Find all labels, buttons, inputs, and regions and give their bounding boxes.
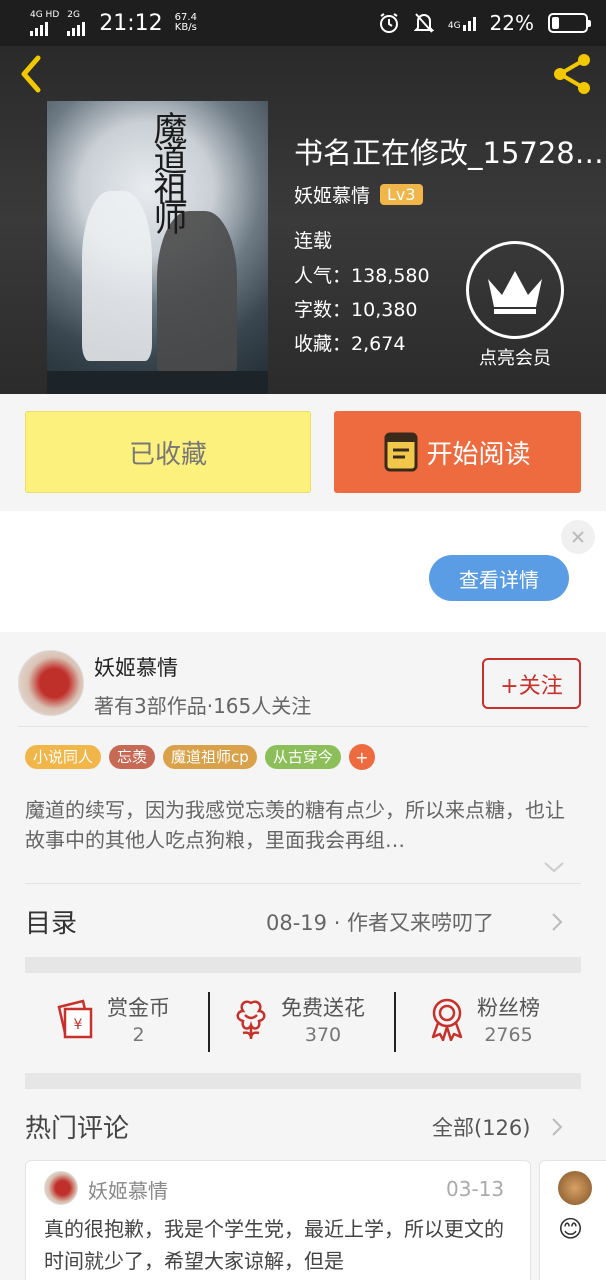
- divider: [25, 883, 581, 884]
- close-icon: [572, 531, 584, 543]
- stats-row: ¥ 赏金币 2 免费送花 370 粉丝榜 2765: [25, 974, 581, 1074]
- ad-close-button[interactable]: [561, 520, 595, 554]
- book-description[interactable]: 魔道的续写，因为我感觉忘羡的糖有点少，所以来点糖，也让故事中的其他人吃点狗粮，里…: [25, 795, 581, 857]
- author-line: 妖姬慕情 Lv3: [294, 181, 423, 208]
- serial-status: 连载: [294, 230, 333, 252]
- divider: [18, 726, 588, 727]
- chevron-right-icon[interactable]: [550, 1116, 564, 1138]
- commenter-name[interactable]: 妖姬慕情: [88, 1175, 168, 1204]
- cover-figure-dark: [157, 211, 237, 381]
- tag-item[interactable]: 小说同人: [25, 745, 102, 769]
- status-bar: 4G HD 2G 21:12 67.4 KB/s 4G 22%: [0, 0, 606, 46]
- send-flowers-button[interactable]: 免费送花 370: [231, 992, 365, 1046]
- share-icon[interactable]: [548, 52, 596, 96]
- flower-icon: [236, 1000, 266, 1040]
- data-4g-icon: 4G: [448, 15, 476, 31]
- hot-comments-title: 热门评论: [25, 1114, 130, 1144]
- more-tags-button[interactable]: +: [348, 744, 375, 770]
- author-avatar[interactable]: [18, 650, 84, 716]
- back-arrow-icon[interactable]: [14, 54, 50, 94]
- stat-value: 370: [304, 1024, 342, 1046]
- author-card-meta: 著有3部作品·165人关注: [94, 694, 312, 718]
- network-type-1: 4G HD: [30, 9, 60, 20]
- popularity-stat: 人气：138,580: [294, 265, 430, 287]
- book-icon: [384, 432, 418, 472]
- cover-title: 魔道祖师: [147, 111, 187, 231]
- book-details-section: 妖姬慕情 著有3部作品·165人关注 +关注 小说同人 忘羡 魔道祖师cp 从古…: [0, 632, 606, 1280]
- book-title: 书名正在修改_15728…: [294, 136, 604, 170]
- crown-icon: [488, 271, 542, 314]
- divider: [208, 992, 210, 1052]
- stat-label: 粉丝榜: [477, 996, 540, 1020]
- chevron-right-icon[interactable]: [550, 911, 564, 933]
- level-badge: Lv3: [380, 184, 423, 205]
- comment-date: 03-13: [446, 1177, 505, 1201]
- comment-card-next[interactable]: 😊: [539, 1160, 606, 1280]
- all-comments-link[interactable]: 全部(126): [432, 1112, 530, 1142]
- reward-coins-button[interactable]: ¥ 赏金币 2: [53, 992, 170, 1046]
- battery-icon: [548, 13, 591, 33]
- toc-latest-chapter[interactable]: 08-19 · 作者又来唠叨了: [266, 907, 494, 937]
- comment-text: 真的很抱歉，我是个学生党，最近上学，所以更文的时间就少了，希望大家谅解，但是: [44, 1217, 504, 1273]
- author-card-name[interactable]: 妖姬慕情: [94, 652, 178, 682]
- wordcount-stat: 字数：10,380: [294, 299, 418, 321]
- stat-label: 免费送花: [281, 996, 365, 1020]
- section-separator: [25, 1073, 581, 1089]
- svg-text:¥: ¥: [74, 1017, 83, 1033]
- toc-title[interactable]: 目录: [25, 903, 77, 940]
- author-name[interactable]: 妖姬慕情: [294, 181, 370, 208]
- award-ribbon-icon: [431, 998, 463, 1041]
- fan-ranking-button[interactable]: 粉丝榜 2765: [427, 992, 540, 1046]
- commenter-avatar[interactable]: [44, 1171, 78, 1205]
- signal-icon: 4G HD: [30, 9, 60, 36]
- stat-value: 2: [132, 1024, 145, 1046]
- commenter-avatar[interactable]: [558, 1171, 592, 1205]
- view-details-button[interactable]: 查看详情: [429, 555, 569, 601]
- red-envelope-icon: ¥: [57, 999, 93, 1039]
- tag-item[interactable]: 从古穿今: [264, 745, 341, 769]
- book-header: 魔道祖师 书名正在修改_15728… 妖姬慕情 Lv3 连载 人气：138,58…: [0, 46, 606, 394]
- tag-list: 小说同人 忘羡 魔道祖师cp 从古穿今 +: [25, 744, 375, 770]
- stat-value: 2765: [484, 1024, 533, 1046]
- book-cover[interactable]: 魔道祖师: [47, 101, 268, 394]
- divider: [394, 992, 396, 1052]
- battery-percent: 22%: [489, 11, 534, 35]
- chevron-down-icon[interactable]: [542, 859, 566, 875]
- tag-item[interactable]: 忘羡: [109, 745, 156, 769]
- vip-crown-button[interactable]: [466, 241, 564, 339]
- stat-label: 赏金币: [107, 996, 170, 1020]
- cover-credits-band: [47, 371, 268, 394]
- cover-figure-white: [82, 191, 152, 361]
- network-speed: 67.4 KB/s: [174, 12, 197, 33]
- start-reading-label: 开始阅读: [426, 439, 531, 470]
- clock: 21:12: [99, 10, 163, 36]
- action-bar: 已收藏 开始阅读: [0, 394, 606, 511]
- favorites-stat: 收藏：2,674: [294, 333, 406, 355]
- smile-emoji-icon: 😊: [558, 1215, 584, 1243]
- tag-item[interactable]: 魔道祖师cp: [163, 745, 257, 769]
- follow-button[interactable]: +关注: [482, 658, 581, 709]
- section-separator: [25, 957, 581, 973]
- signal-icon-2: 2G: [67, 9, 86, 36]
- vip-label[interactable]: 点亮会员: [460, 344, 570, 370]
- ad-banner[interactable]: 查看详情: [0, 511, 606, 632]
- network-type-2: 2G: [67, 9, 80, 20]
- mute-icon: [413, 13, 434, 33]
- start-reading-button[interactable]: 开始阅读: [334, 411, 581, 493]
- collected-button[interactable]: 已收藏: [25, 411, 311, 493]
- comment-card[interactable]: 妖姬慕情 03-13 真的很抱歉，我是个学生党，最近上学，所以更文的时间就少了，…: [25, 1160, 531, 1280]
- alarm-icon: [379, 13, 398, 33]
